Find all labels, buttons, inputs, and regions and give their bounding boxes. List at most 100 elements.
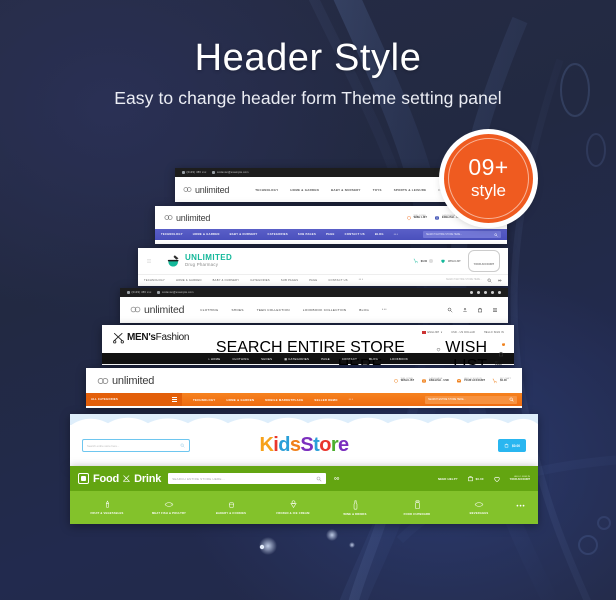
m6-all-categories[interactable]: ALL CATEGORIES bbox=[86, 393, 182, 406]
menu-icon[interactable] bbox=[492, 307, 498, 313]
mockup-mens-fashion[interactable]: MEN'sFashion ENGLISH ▾ USD - US DOLLAR H… bbox=[102, 325, 514, 365]
m6-search[interactable]: SEARCH ENTIRE STORE HERE... bbox=[425, 395, 517, 404]
m7-search[interactable]: Search entire store here... bbox=[82, 439, 190, 452]
m4-nav-item[interactable]: SHOES bbox=[231, 308, 243, 312]
m2-nav-more[interactable]: ••• bbox=[394, 233, 399, 236]
m5-nav-item[interactable]: SHOES bbox=[261, 357, 272, 361]
m2-nav-item[interactable]: PAGE bbox=[326, 233, 335, 236]
m5-search[interactable]: SEARCH ENTIRE STORE HERE... bbox=[189, 339, 405, 365]
m8-category[interactable]: BEVERAGES bbox=[448, 500, 510, 515]
mockup-food-drink[interactable]: Food Drink SEARCH ENTIRE STORE HERE... N… bbox=[70, 466, 538, 524]
m8-category[interactable]: FOOD CUPBOARD bbox=[386, 500, 448, 516]
m5-signin[interactable]: HELLO SIGN IN bbox=[484, 331, 504, 334]
search-icon[interactable] bbox=[316, 476, 322, 482]
m3-wishlist[interactable]: WISH LIST bbox=[440, 258, 461, 264]
m5-logo[interactable]: MEN'sFashion bbox=[112, 331, 189, 344]
m4-nav-item[interactable]: LOOKBOOK COLLECTION bbox=[303, 308, 347, 312]
m5-nav-item[interactable]: CLOTHING bbox=[232, 357, 249, 361]
m8-logo[interactable]: Food Drink bbox=[78, 473, 161, 485]
m1-nav-item[interactable]: TOYS bbox=[373, 188, 382, 192]
m1-nav-item[interactable]: HOME & GARDEN bbox=[290, 188, 319, 192]
m3-nav-more[interactable]: ••• bbox=[359, 278, 364, 281]
search-icon[interactable] bbox=[487, 278, 492, 283]
m4-tools[interactable] bbox=[447, 307, 498, 313]
user-icon[interactable] bbox=[462, 307, 468, 313]
m8-category[interactable]: FRUIT & VEGETABLES bbox=[76, 500, 138, 515]
google-icon[interactable] bbox=[498, 291, 501, 294]
m6-language[interactable]: LANGUAGE ENGLISH - USD bbox=[421, 378, 449, 384]
m4-nav-item[interactable]: TEEN COLLECTION bbox=[257, 308, 290, 312]
menu-icon[interactable] bbox=[172, 397, 177, 402]
facebook-icon[interactable] bbox=[491, 291, 494, 294]
m2-nav-item[interactable]: BABY & NURSERY bbox=[230, 233, 258, 236]
m5-cart[interactable]: 0 MY CART $0.00 bbox=[495, 343, 505, 365]
m8-category[interactable]: BAKERY & COOKIES bbox=[200, 500, 262, 515]
m4-logo[interactable]: unlimited bbox=[130, 304, 184, 316]
m5-nav-item[interactable]: BLOG bbox=[369, 357, 378, 361]
m3-search[interactable]: SEARCH ENTIRE STORE HERE... bbox=[446, 278, 502, 283]
bag-icon[interactable] bbox=[477, 307, 483, 313]
m2-nav-item[interactable]: SUB PAGES bbox=[298, 233, 316, 236]
search-icon[interactable] bbox=[494, 232, 498, 237]
m6-account[interactable]: HELLO SIGN IN YOUR ACCOUNT bbox=[456, 378, 485, 384]
m4-social[interactable] bbox=[470, 291, 501, 294]
m3-tools[interactable]: $0.00 WISH LIST YOUR ACCOUNT bbox=[413, 249, 500, 273]
m5-nav-item[interactable]: LOOKBOOK bbox=[390, 357, 408, 361]
m1-logo[interactable]: unlimited bbox=[183, 185, 229, 195]
m2-language[interactable]: LANGUAGE ENGLISH - USD bbox=[434, 215, 462, 221]
m3-cart[interactable]: $0.00 bbox=[413, 258, 434, 264]
m8-tools[interactable]: NEED HELP? $0.00 HELLO SIGN IN YOUR ACCO… bbox=[438, 475, 530, 483]
m8-category[interactable]: FROZEN & ICE CREAM bbox=[262, 500, 324, 515]
m8-categories-more[interactable]: ••• bbox=[510, 504, 532, 510]
m6-logo[interactable]: unlimited bbox=[97, 375, 154, 387]
search-icon[interactable] bbox=[509, 397, 514, 402]
m8-categories[interactable]: FRUIT & VEGETABLES MEAT FISH & POULTRY B… bbox=[70, 491, 538, 524]
mockup-kidsstore[interactable]: Search entire store here... KidsStore $0… bbox=[70, 414, 538, 466]
m6-nav-item[interactable]: MOBILE MARKETPLACE bbox=[265, 398, 303, 402]
m6-tools[interactable]: WELCOME WISH LIST LANGUAGE ENGLISH - USD H… bbox=[393, 378, 511, 384]
m5-nav-item[interactable]: CONTACT bbox=[342, 357, 357, 361]
m6-cart[interactable]: MY CART $0.00 bbox=[492, 378, 511, 384]
m6-wishlist[interactable]: WELCOME WISH LIST bbox=[393, 378, 414, 384]
m3-nav-item[interactable]: CATEGORIES bbox=[250, 279, 270, 282]
mockup-drug-pharmacy[interactable]: UNLIMITED Drug Pharmacy $0.00 WISH LIST bbox=[138, 248, 508, 286]
m3-logo[interactable]: UNLIMITED Drug Pharmacy bbox=[166, 254, 232, 269]
pinterest-icon[interactable] bbox=[470, 291, 473, 294]
settings-icon[interactable] bbox=[333, 475, 340, 482]
twitter-icon[interactable] bbox=[477, 291, 480, 294]
m8-category[interactable]: MEAT FISH & POULTRY bbox=[138, 500, 200, 515]
m5-currency[interactable]: USD - US DOLLAR bbox=[451, 331, 475, 334]
menu-icon[interactable] bbox=[146, 258, 152, 264]
m8-account[interactable]: HELLO SIGN IN YOUR ACCOUNT bbox=[510, 476, 530, 482]
m4-nav-item[interactable]: BLOG bbox=[359, 308, 369, 312]
m8-search[interactable]: SEARCH ENTIRE STORE HERE... bbox=[168, 473, 327, 484]
m8-cart[interactable]: $0.00 bbox=[467, 475, 484, 482]
settings-icon[interactable] bbox=[497, 278, 502, 283]
m3-nav-item[interactable]: BABY & NURSERY bbox=[213, 279, 240, 282]
m8-category[interactable]: WINE & DRINKS bbox=[324, 500, 386, 516]
m2-nav-item[interactable]: HOME & GARDEN bbox=[193, 233, 220, 236]
m1-nav-more[interactable]: ••• bbox=[438, 187, 444, 191]
mockup-unlimited-orange[interactable]: unlimited WELCOME WISH LIST LANGUAGE ENGLI… bbox=[86, 368, 522, 408]
m2-logo[interactable]: unlimited bbox=[164, 213, 210, 223]
m6-nav-item[interactable]: HOME & GARDEN bbox=[227, 398, 255, 402]
m6-nav-item[interactable]: SELLER DEMO bbox=[314, 398, 337, 402]
search-icon[interactable] bbox=[447, 307, 453, 313]
m1-nav[interactable]: TECHNOLOGY HOME & GARDEN BABY & NURSERY … bbox=[255, 187, 444, 192]
m5-language[interactable]: ENGLISH ▾ bbox=[421, 331, 442, 334]
vimeo-icon[interactable] bbox=[484, 291, 487, 294]
m1-nav-item[interactable]: SPORTS & LEISURE bbox=[394, 188, 427, 192]
m3-nav-item[interactable]: PAGE bbox=[309, 279, 317, 282]
m6-nav-item[interactable]: TECHNOLOGY bbox=[193, 398, 216, 402]
m3-account-button[interactable]: YOUR ACCOUNT bbox=[467, 249, 500, 273]
m5-nav-item[interactable]: PAGE bbox=[321, 357, 330, 361]
m3-nav[interactable]: TECHNOLOGY HOME & GARDEN BABY & NURSERY … bbox=[138, 274, 508, 285]
m2-wishlist[interactable]: WELCOME WISH LIST bbox=[406, 215, 427, 221]
m4-nav-more[interactable]: ••• bbox=[382, 308, 387, 311]
m2-nav-item[interactable]: CATEGORIES bbox=[268, 233, 288, 236]
m4-nav-item[interactable]: CLOTHING bbox=[200, 308, 218, 312]
mockup-unlimited-purple[interactable]: unlimited WELCOME WISH LIST LANGUAGE ENGLI… bbox=[155, 206, 507, 244]
m6-nav-more[interactable]: ••• bbox=[349, 397, 354, 401]
search-icon[interactable] bbox=[180, 443, 185, 448]
m8-need-help[interactable]: NEED HELP? bbox=[438, 477, 458, 481]
